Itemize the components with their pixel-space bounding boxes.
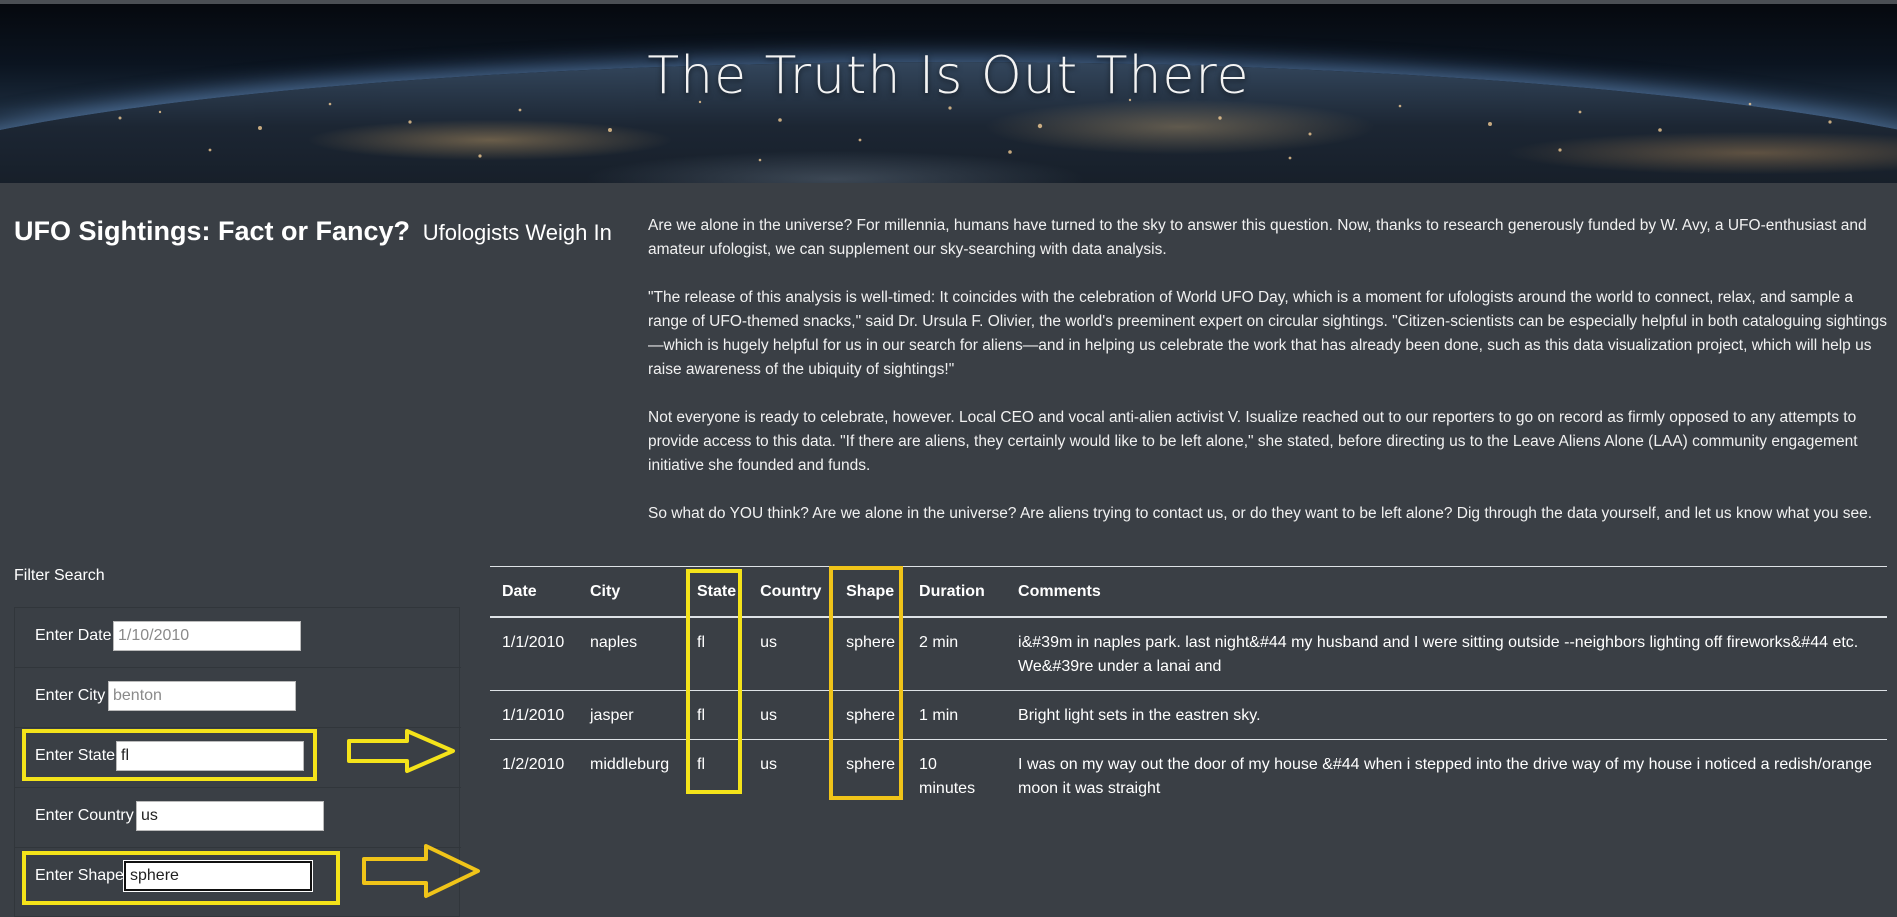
column-header-duration: Duration	[919, 583, 985, 600]
page-banner-title: The Truth Is Out There	[647, 46, 1250, 106]
column-header-country: Country	[760, 583, 822, 600]
article-paragraph: "The release of this analysis is well-ti…	[648, 289, 1888, 378]
hero-banner: The Truth Is Out There	[0, 0, 1897, 183]
arrow-right-icon	[347, 729, 455, 773]
cell-comments: I was on my way out the door of my house…	[1018, 755, 1872, 797]
cell-comments: Bright light sets in the eastren sky.	[1018, 706, 1261, 724]
shape-column-highlight-box	[829, 566, 903, 800]
date-input[interactable]	[113, 621, 301, 651]
article-body: Are we alone in the universe? For millen…	[648, 214, 1888, 550]
city-input[interactable]	[108, 681, 296, 711]
column-header-date: Date	[502, 583, 537, 600]
filter-search-title: Filter Search	[14, 567, 105, 584]
page-heading: UFO Sightings: Fact or Fancy? Ufologists…	[14, 216, 612, 247]
cell-date: 1/2/2010	[502, 755, 565, 773]
cell-duration: 10 minutes	[919, 755, 976, 797]
city-label: Enter City	[35, 687, 106, 704]
column-header-comments: Comments	[1018, 583, 1101, 600]
cell-date: 1/1/2010	[502, 633, 565, 651]
state-filter-highlight-box	[22, 729, 317, 781]
country-label: Enter Country	[35, 807, 134, 824]
cell-duration: 2 min	[919, 633, 959, 651]
country-input[interactable]	[136, 801, 324, 831]
filter-row-date: Enter Date	[15, 608, 461, 668]
cell-date: 1/1/2010	[502, 706, 565, 724]
cell-city: jasper	[590, 706, 634, 724]
cell-duration: 1 min	[919, 706, 959, 724]
column-header-city: City	[590, 583, 621, 600]
cell-country: us	[760, 633, 778, 651]
cell-comments: i&#39m in naples park. last night&#44 my…	[1018, 633, 1859, 675]
heading-main: UFO Sightings: Fact or Fancy?	[14, 216, 411, 246]
filter-row-country: Enter Country	[15, 788, 461, 848]
date-label: Enter Date	[35, 627, 112, 644]
cell-country: us	[760, 706, 778, 724]
filter-row-city: Enter City	[15, 668, 461, 728]
article-paragraph: So what do YOU think? Are we alone in th…	[648, 505, 1873, 522]
article-paragraph: Are we alone in the universe? For millen…	[648, 217, 1867, 258]
heading-subtitle: Ufologists Weigh In	[422, 220, 612, 245]
shape-filter-highlight-box	[22, 851, 340, 905]
arrow-right-icon	[362, 844, 480, 898]
article-paragraph: Not everyone is ready to celebrate, howe…	[648, 409, 1858, 474]
state-column-highlight-box	[686, 569, 742, 794]
cell-country: us	[760, 755, 778, 773]
cell-city: naples	[590, 633, 638, 651]
cell-city: middleburg	[590, 755, 670, 773]
